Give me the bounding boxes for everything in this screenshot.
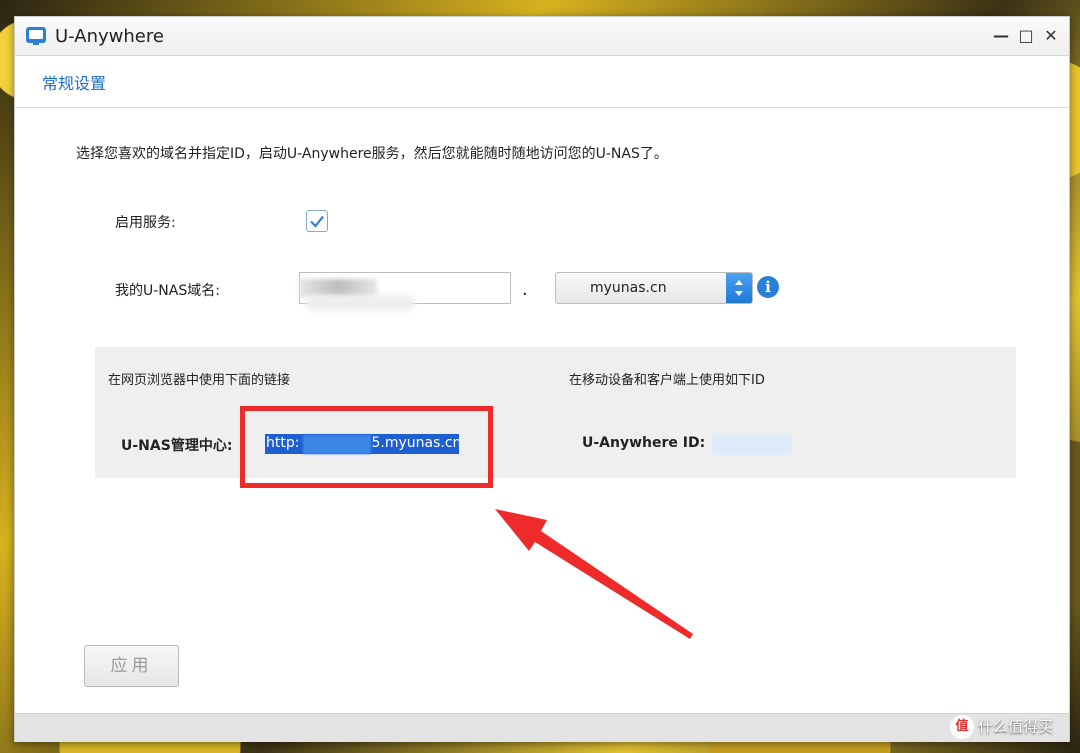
domain-input-blur-smear <box>305 295 415 311</box>
tab-general-settings[interactable]: 常规设置 <box>42 70 106 94</box>
close-icon[interactable]: ✕ <box>1040 25 1062 47</box>
u-anywhere-window: U-Anywhere — □ ✕ 常规设置 选择您喜欢的域名并指定ID，启动U-… <box>14 16 1070 742</box>
checkmark-icon <box>310 215 324 228</box>
mobile-heading: 在移动设备和客户端上使用如下ID <box>569 373 765 388</box>
domain-suffix-select[interactable]: myunas.cn <box>555 272 753 304</box>
u-anywhere-id-blurred-value <box>712 435 792 455</box>
access-info-panel: 在网页浏览器中使用下面的链接 在移动设备和客户端上使用如下ID U-NAS管理中… <box>95 347 1016 478</box>
maximize-icon[interactable]: □ <box>1015 25 1037 47</box>
watermark-text: 什么值得买 <box>978 717 1054 736</box>
tab-bar: 常规设置 <box>15 56 1069 108</box>
u-anywhere-id-label: U-Anywhere ID: <box>582 435 706 451</box>
window-title: U-Anywhere <box>55 26 164 47</box>
domain-label: 我的U-NAS域名: <box>115 283 220 299</box>
browser-heading: 在网页浏览器中使用下面的链接 <box>108 373 291 388</box>
watermark: 值什么值得买 <box>950 715 1053 739</box>
apply-button[interactable]: 应用 <box>84 645 179 687</box>
domain-suffix-value: myunas.cn <box>590 280 667 296</box>
enable-service-checkbox[interactable] <box>306 210 328 232</box>
annotation-arrow-icon <box>495 509 693 639</box>
title-bar: U-Anywhere — □ ✕ <box>15 17 1069 56</box>
management-center-label: U-NAS管理中心: <box>121 438 233 454</box>
app-icon <box>26 27 46 45</box>
watermark-logo-icon: 值 <box>950 715 974 739</box>
minimize-icon[interactable]: — <box>990 25 1012 47</box>
intro-text: 选择您喜欢的域名并指定ID，启动U-Anywhere服务，然后您就能随时随地访问… <box>76 146 668 162</box>
domain-separator: . <box>522 279 528 300</box>
select-updown-icon <box>726 273 752 303</box>
info-icon[interactable]: i <box>757 276 779 298</box>
enable-service-label: 启用服务: <box>115 215 176 231</box>
annotation-highlight-box <box>240 406 493 488</box>
status-bar <box>15 713 1069 742</box>
